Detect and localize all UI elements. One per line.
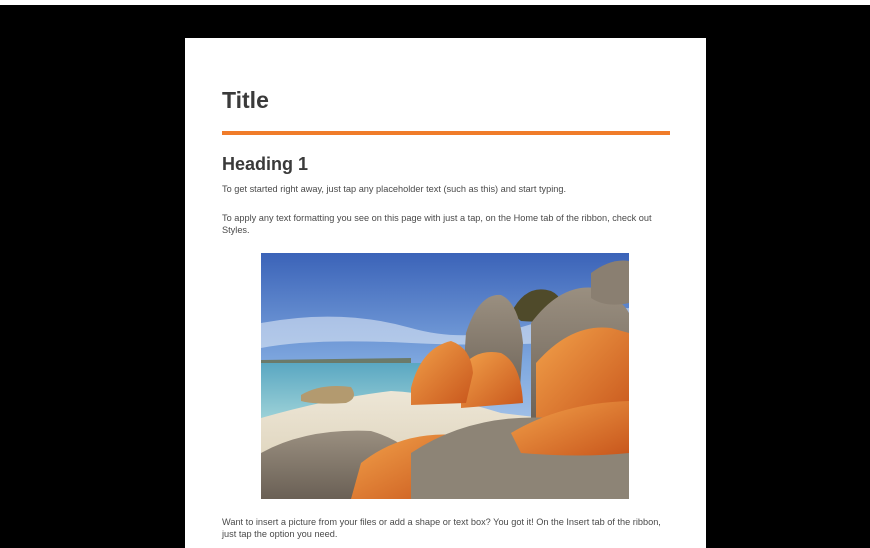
app-viewport: Title Heading 1 To get started right awa…: [0, 0, 870, 548]
title-accent-rule: [222, 131, 670, 135]
document-page[interactable]: Title Heading 1 To get started right awa…: [185, 38, 706, 548]
document-title[interactable]: Title: [222, 86, 269, 114]
body-paragraph-2[interactable]: To apply any text formatting you see on …: [222, 212, 672, 236]
body-paragraph-1[interactable]: To get started right away, just tap any …: [222, 183, 672, 195]
body-paragraph-3[interactable]: Want to insert a picture from your files…: [222, 516, 672, 540]
beach-rocks-photo[interactable]: [261, 253, 629, 499]
top-edge: [0, 0, 870, 5]
heading-1[interactable]: Heading 1: [222, 153, 308, 175]
